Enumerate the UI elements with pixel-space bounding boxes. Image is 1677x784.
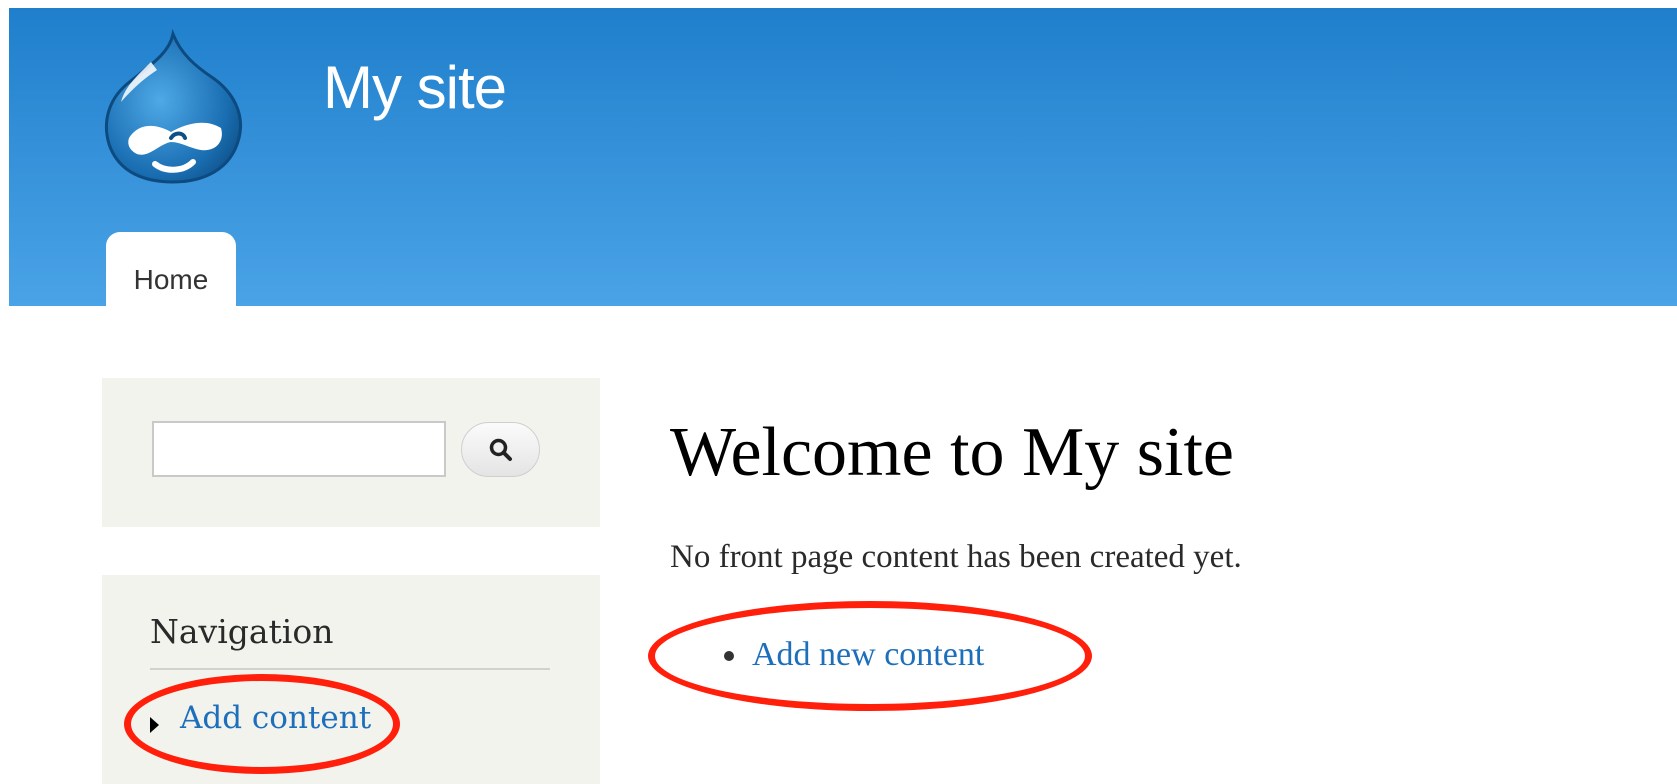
search-input[interactable] (152, 421, 446, 477)
page-title: Welcome to My site (670, 414, 1234, 491)
site-header: My site Home (9, 8, 1677, 307)
search-button[interactable] (461, 422, 540, 477)
search-icon (462, 437, 539, 463)
navigation-title: Navigation (150, 612, 334, 651)
list-bullet (724, 651, 734, 661)
site-name-link[interactable]: My site (323, 58, 507, 118)
no-content-message: No front page content has been created y… (670, 539, 1242, 575)
tab-home[interactable]: Home (106, 232, 236, 307)
navigation-divider (150, 668, 550, 670)
navigation-block (102, 575, 600, 784)
add-new-content-link[interactable]: Add new content (752, 638, 984, 672)
collapsed-arrow-icon (150, 717, 159, 733)
nav-item-add-content[interactable]: Add content (180, 703, 371, 734)
drupal-drop-logo-icon[interactable] (99, 26, 247, 186)
